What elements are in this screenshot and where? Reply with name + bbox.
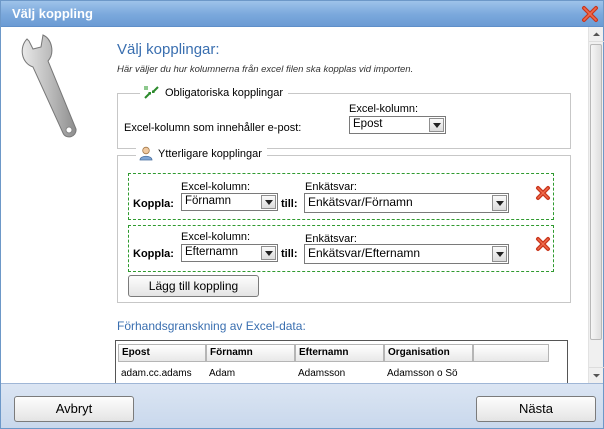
scroll-up-button[interactable] <box>589 27 604 42</box>
window-title: Välj koppling <box>12 6 93 21</box>
remove-mapping-icon[interactable] <box>535 236 551 252</box>
excel-column-header: Excel-kolumn: <box>181 181 251 193</box>
column-header[interactable]: Epost <box>118 344 206 362</box>
till-label: till: <box>281 248 298 260</box>
chevron-down-icon[interactable] <box>492 246 507 262</box>
vertical-scrollbar[interactable] <box>588 27 604 383</box>
excel-column-value: Efternamn <box>185 246 239 258</box>
additional-legend-label: Ytterligare kopplingar <box>158 147 262 160</box>
chevron-down-icon <box>593 374 600 378</box>
answer-select[interactable]: Enkätsvar/Efternamn <box>304 244 509 264</box>
email-column-value: Epost <box>353 118 383 130</box>
dialog-footer: Avbryt Nästa <box>1 383 603 428</box>
link-arrows-icon <box>144 86 159 99</box>
dialog-content: Välj kopplingar: Här väljer du hur kolum… <box>5 27 588 383</box>
title-bar[interactable]: Välj koppling <box>1 1 603 27</box>
page-subtitle: Här väljer du hur kolumnerna från excel … <box>117 64 414 75</box>
cancel-button[interactable]: Avbryt <box>14 396 134 422</box>
chevron-down-icon[interactable] <box>492 195 507 211</box>
preview-heading: Förhandsgranskning av Excel-data: <box>117 319 306 333</box>
required-legend-label: Obligatoriska kopplingar <box>165 86 284 99</box>
koppla-label: Koppla: <box>133 248 174 260</box>
chevron-down-icon[interactable] <box>261 246 276 260</box>
table-cell: Adamsson <box>298 368 346 379</box>
wrench-icon <box>21 34 77 138</box>
table-cell: Adamsson o Sö <box>387 368 458 379</box>
answer-value: Enkätsvar/Efternamn <box>308 246 421 260</box>
scrollbar-thumb[interactable] <box>590 44 602 340</box>
user-icon <box>139 146 153 161</box>
email-column-select[interactable]: Epost <box>349 116 446 134</box>
chevron-down-icon[interactable] <box>261 195 276 209</box>
excel-column-select[interactable]: Efternamn <box>181 244 278 262</box>
table-cell: Adam <box>209 368 236 379</box>
column-header[interactable]: Organisation <box>384 344 473 362</box>
column-header[interactable] <box>473 344 549 362</box>
chevron-down-icon[interactable] <box>429 118 444 132</box>
add-mapping-button[interactable]: Lägg till koppling <box>128 275 259 297</box>
column-header[interactable]: Efternamn <box>295 344 384 362</box>
dialog-window: Välj koppling Välj kopplingar: Här välje… <box>0 0 604 429</box>
chevron-up-icon <box>593 32 600 36</box>
required-mappings-legend: Obligatoriska kopplingar <box>140 85 289 100</box>
close-icon[interactable] <box>581 5 599 23</box>
additional-mappings-legend: Ytterligare kopplingar <box>136 146 267 161</box>
table-cell: adam.cc.adams <box>121 368 192 379</box>
required-mappings-fieldset <box>117 93 571 149</box>
column-header[interactable]: Förnamn <box>206 344 295 362</box>
excel-column-header: Excel-kolumn: <box>349 103 419 115</box>
next-button[interactable]: Nästa <box>476 396 596 422</box>
excel-column-select[interactable]: Förnamn <box>181 193 278 211</box>
scroll-down-button[interactable] <box>589 367 604 382</box>
koppla-label: Koppla: <box>133 198 174 210</box>
excel-column-value: Förnamn <box>185 195 232 207</box>
excel-column-header: Excel-kolumn: <box>181 231 251 243</box>
email-column-label: Excel-kolumn som innehåller e-post: <box>124 122 302 134</box>
remove-mapping-icon[interactable] <box>535 185 551 201</box>
answer-header: Enkätsvar: <box>305 181 357 193</box>
preview-table: Epost Förnamn Efternamn Organisation ada… <box>115 340 568 383</box>
answer-select[interactable]: Enkätsvar/Förnamn <box>304 193 509 213</box>
answer-value: Enkätsvar/Förnamn <box>308 195 413 209</box>
till-label: till: <box>281 198 298 210</box>
page-title: Välj kopplingar: <box>117 41 220 58</box>
